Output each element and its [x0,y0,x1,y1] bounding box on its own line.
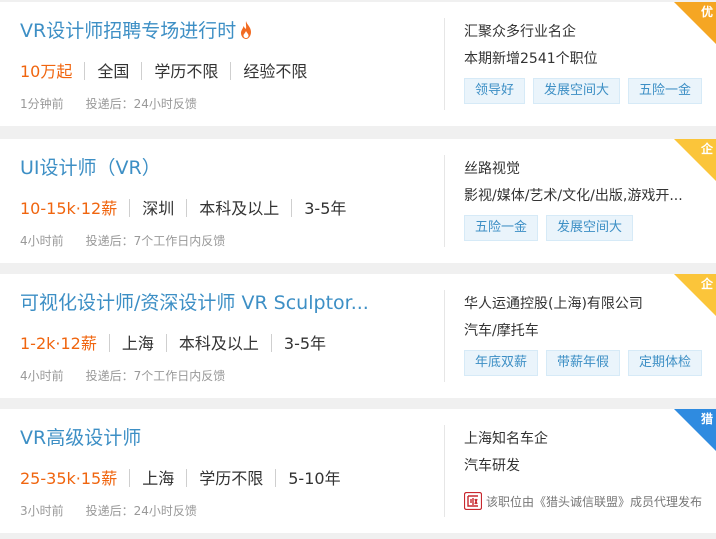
job-title-link[interactable]: VR高级设计师 [20,425,141,451]
badge-label: 优 [700,5,713,19]
location: 上海 [121,334,154,353]
company-name[interactable]: 汇聚众多行业名企 [464,21,576,41]
location: 上海 [142,469,175,488]
card-divider [444,290,445,382]
separator [186,469,188,487]
education: 本科及以上 [199,199,280,218]
job-main-info: VR设计师招聘专场进行时 10万起 全国 学历不限 经验不限 1分钟前 投递后：24小时… [20,2,440,126]
job-type-badge: 企 [674,274,716,316]
benefit-tags: 五险一金 发展空间大 [464,215,641,241]
posted-time: 4小时前 [20,369,64,383]
posted-time: 1分钟前 [20,97,64,111]
job-main-info: UI设计师（VR） 10-15k·12薪 深圳 本科及以上 3-5年 4小时前 投递后：… [20,139,440,263]
job-type-badge: 企 [674,139,716,181]
job-title-link[interactable]: 可视化设计师/资深设计师 VR Sculptor... [20,290,369,316]
company-name[interactable]: 上海知名车企 [464,428,548,448]
separator [291,199,293,217]
benefit-tag: 年底双薪 [464,350,539,376]
benefit-tag: 发展空间大 [546,215,634,241]
job-type-badge: 优 [674,2,716,44]
job-meta: 4小时前 投递后：7个工作日内反馈 [20,232,225,249]
job-meta: 4小时前 投递后：7个工作日内反馈 [20,367,225,384]
job-title-text: VR设计师招聘专场进行时 [20,20,237,42]
job-main-info: 可视化设计师/资深设计师 VR Sculptor... 1-2k·12薪 上海 本科… [20,274,440,398]
job-meta: 3小时前 投递后：24小时反馈 [20,502,197,519]
salary: 25-35k·15薪 [20,469,118,488]
job-requirements: 10-15k·12薪 深圳 本科及以上 3-5年 [20,197,346,221]
company-industry: 汽车/摩托车 [464,323,539,339]
salary: 10万起 [20,62,73,81]
separator [141,62,143,80]
job-card[interactable]: 可视化设计师/资深设计师 VR Sculptor... 1-2k·12薪 上海 本科… [0,274,716,398]
job-card[interactable]: VR设计师招聘专场进行时 10万起 全国 学历不限 经验不限 1分钟前 投递后：24小时… [0,2,716,126]
feedback-time: 投递后：24小时反馈 [85,97,197,111]
flame-icon [241,21,252,39]
experience: 3-5年 [283,334,327,353]
job-requirements: 25-35k·15薪 上海 学历不限 5-10年 [20,467,341,491]
company-industry: 汽车研发 [464,458,520,474]
benefit-tag: 发展空间大 [533,78,621,104]
job-requirements: 10万起 全国 学历不限 经验不限 [20,60,307,84]
company-name[interactable]: 华人运通控股(上海)有限公司 [464,293,643,313]
separator [108,334,110,352]
feedback-time: 投递后：7个工作日内反馈 [85,369,226,383]
feedback-time: 投递后：24小时反馈 [85,504,197,518]
job-meta: 1分钟前 投递后：24小时反馈 [20,95,197,112]
card-divider [444,18,445,110]
posted-time: 3小时前 [20,504,64,518]
benefit-tag: 五险一金 [464,215,539,241]
badge-label: 企 [700,277,713,291]
job-card[interactable]: UI设计师（VR） 10-15k·12薪 深圳 本科及以上 3-5年 4小时前 投递后：… [0,139,716,263]
salary: 10-15k·12薪 [20,199,118,218]
experience: 经验不限 [243,62,308,81]
benefit-tag: 五险一金 [628,78,703,104]
benefit-tag: 定期体检 [628,350,703,376]
posted-time: 4小时前 [20,234,64,248]
company-industry: 影视/媒体/艺术/文化/出版,游戏开... [464,188,683,204]
feedback-time: 投递后：7个工作日内反馈 [85,234,226,248]
benefit-tag: 带薪年假 [546,350,621,376]
badge-label: 企 [700,142,713,156]
badge-label: 猎 [700,412,713,426]
separator [129,199,131,217]
location: 深圳 [142,199,175,218]
separator [129,469,131,487]
company-name[interactable]: 丝路视觉 [464,158,520,178]
agency-note-text: 该职位由《猎头诚信联盟》成员代理发布 [486,494,703,509]
job-card[interactable]: VR高级设计师 25-35k·15薪 上海 学历不限 5-10年 3小时前 投递后：24… [0,409,716,533]
headhunter-agency-note: 该职位由《猎头诚信联盟》成员代理发布 [464,492,702,510]
separator [270,334,272,352]
salary: 1-2k·12薪 [20,334,97,353]
education: 学历不限 [154,62,219,81]
company-industry: 本期新增2541个职位 [464,51,598,67]
job-requirements: 1-2k·12薪 上海 本科及以上 3-5年 [20,332,326,356]
separator [84,62,86,80]
separator [275,469,277,487]
benefit-tags: 领导好 发展空间大 五险一金 [464,78,710,104]
benefit-tag: 领导好 [464,78,526,104]
job-type-badge: 猎 [674,409,716,451]
location: 全国 [97,62,130,81]
experience: 5-10年 [288,469,341,488]
experience: 3-5年 [304,199,347,218]
job-list: VR设计师招聘专场进行时 10万起 全国 学历不限 经验不限 1分钟前 投递后：24小时… [0,0,716,539]
education: 本科及以上 [178,334,259,353]
seal-icon [464,492,482,510]
job-title-link[interactable]: UI设计师（VR） [20,155,161,181]
separator [230,62,232,80]
card-divider [444,425,445,517]
separator [165,334,167,352]
benefit-tags: 年底双薪 带薪年假 定期体检 [464,350,710,376]
education: 学历不限 [199,469,264,488]
job-title-link[interactable]: VR设计师招聘专场进行时 [20,18,254,44]
job-main-info: VR高级设计师 25-35k·15薪 上海 学历不限 5-10年 3小时前 投递后：24… [20,409,440,533]
card-divider [444,155,445,247]
separator [186,199,188,217]
